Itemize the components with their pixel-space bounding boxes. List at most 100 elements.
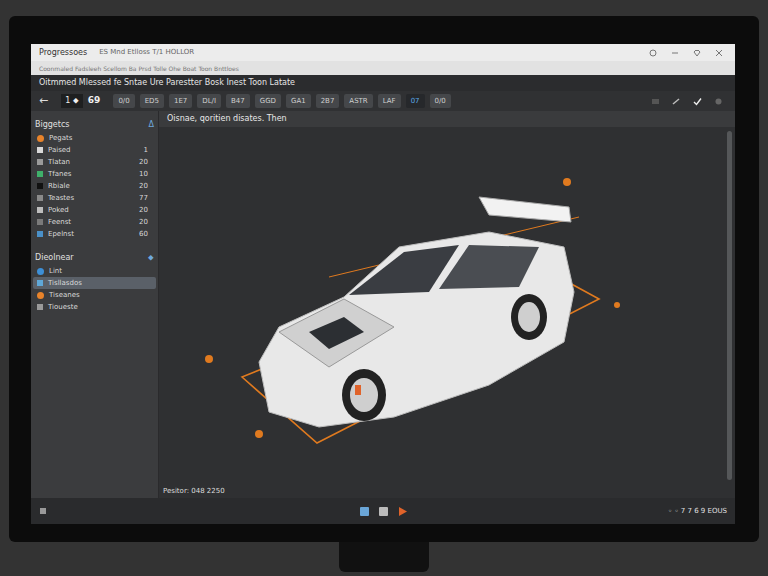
sidebar-item[interactable]: Pegats (33, 132, 156, 144)
toolbar-button[interactable]: DL/I (197, 94, 221, 109)
toolbar-button[interactable]: 0/0 (113, 94, 134, 109)
viewport-caption: Oisnae, qoritien disates. Then (167, 113, 287, 125)
taskbar-tray: ◦ ◦ 7 7 6 9 EOUS (407, 506, 728, 517)
scrollbar[interactable] (727, 131, 732, 480)
workspace: BiggetcsΔPegatsPaised1Tlatan20Tfanes10Rb… (31, 111, 735, 498)
sidebar-section-header[interactable]: Dieolnear ⬥ (31, 250, 158, 265)
sidebar-item-count: 20 (139, 157, 152, 168)
sidebar-item[interactable]: Tfanes 10 (33, 168, 156, 180)
item-color-icon (37, 292, 44, 299)
item-color-icon (37, 207, 43, 213)
menu-bar[interactable]: ES Mnd Etlloss T/1 HOLLOR (99, 47, 637, 58)
play-icon[interactable] (398, 507, 407, 516)
sidebar-item-label: Tfanes (48, 169, 134, 180)
toolbar-button[interactable]: B47 (226, 94, 250, 109)
heading-bar: Oitmmed Mlessed fe Sntae Ure Parestter B… (31, 75, 735, 91)
sidebar-item[interactable]: Tiseanes (33, 289, 156, 301)
sidebar-item[interactable]: Teastes 77 (33, 192, 156, 204)
toolbar-button[interactable]: LAF (378, 94, 401, 109)
item-color-icon (37, 135, 44, 142)
sidebar-item-count: 20 (139, 181, 152, 192)
section-gap (31, 240, 158, 248)
item-color-icon (37, 231, 43, 237)
toolbar-tools (651, 97, 727, 106)
sidebar: BiggetcsΔPegatsPaised1Tlatan20Tfanes10Rb… (31, 111, 159, 498)
sidebar-item-count: 10 (139, 169, 152, 180)
car-canvas[interactable] (159, 127, 727, 484)
sidebar-item[interactable]: Rbiale 20 (33, 180, 156, 192)
window-title: Progressoes (39, 47, 87, 59)
heading: Oitmmed Mlessed fe Sntae Ure Parestter B… (39, 77, 295, 89)
sidebar-item[interactable]: Tisllasdos (33, 277, 156, 289)
viewport-footer: Pesitor: 048 2250 (159, 484, 735, 498)
sidebar-item-count: 77 (139, 193, 152, 204)
minimize-icon[interactable] (671, 49, 679, 57)
favorite-icon[interactable] (693, 49, 701, 57)
item-color-icon (37, 171, 43, 177)
sidebar-item-count: 20 (139, 205, 152, 216)
sidebar-item-label: Teastes (48, 193, 134, 204)
section-toggle-icon[interactable]: ⬥ (148, 252, 154, 264)
toolbar-button[interactable]: ASTR (344, 94, 372, 109)
sidebar-item-count: 60 (139, 229, 152, 240)
viewport-caption-bar: Oisnae, qoritien disates. Then (159, 111, 735, 127)
item-color-icon (37, 219, 43, 225)
sidebar-item-label: Tlatan (48, 157, 134, 168)
monitor-bezel: ProgressoesES Mnd Etlloss T/1 HOLLORCoon… (9, 16, 759, 542)
taskbar: ◦ ◦ 7 7 6 9 EOUS (31, 498, 735, 524)
app-icon[interactable] (360, 507, 369, 516)
sidebar-item[interactable]: Epelnst 60 (33, 228, 156, 240)
car-model[interactable] (159, 127, 719, 477)
viewport: Oisnae, qoritien disates. Then Pesitor: 0… (159, 111, 735, 498)
sidebar-item-label: Lint (49, 266, 143, 277)
title-bar: Progressoes ES Mnd Etlloss T/1 HOLLOR (31, 44, 735, 61)
start-icon[interactable] (39, 507, 47, 515)
taskbar-left (39, 507, 360, 515)
sidebar-item-label: Paised (48, 145, 139, 156)
window-controls (649, 49, 727, 57)
brush-icon[interactable] (672, 97, 681, 106)
toolbar-button[interactable]: 1E7 (169, 94, 192, 109)
sidebar-item-count: 1 (144, 145, 152, 156)
item-color-icon (37, 159, 43, 165)
close-icon[interactable] (715, 49, 723, 57)
taskbar-apps (360, 507, 407, 516)
toolbar-button[interactable]: 2B7 (316, 94, 340, 109)
browser-icon[interactable] (379, 507, 388, 516)
sidebar-section-header[interactable]: Biggetcs Δ (31, 117, 158, 132)
toolbar-button[interactable]: GGD (255, 94, 281, 109)
sidebar-item-label: Rbiale (48, 181, 134, 192)
layers-icon[interactable] (651, 97, 660, 106)
toolbar-button[interactable]: ED5 (140, 94, 164, 109)
sidebar-item[interactable]: Tioueste (33, 301, 156, 313)
sidebar-item[interactable]: Paised 1 (33, 144, 156, 156)
sidebar-item[interactable]: Tlatan 20 (33, 156, 156, 168)
tray-status: ◦ ◦ 7 7 6 9 EOUS (668, 506, 727, 517)
sidebar-section-title: Dieolnear (35, 252, 74, 264)
refresh-icon[interactable] (649, 49, 657, 57)
toolbar-button[interactable]: 0/0 (430, 94, 451, 109)
sidebar-section-title: Biggetcs (35, 119, 70, 131)
section-toggle-icon[interactable]: Δ (149, 119, 154, 131)
settings-icon[interactable] (714, 97, 723, 106)
item-color-icon (37, 147, 43, 153)
screen: ProgressoesES Mnd Etlloss T/1 HOLLORCoon… (31, 44, 735, 524)
toolbar-button[interactable]: 07 (406, 94, 425, 109)
sidebar-item-label: Tioueste (48, 302, 143, 313)
toolbar-button[interactable]: GA1 (286, 94, 311, 109)
sidebar-item-label: Poked (48, 205, 134, 216)
sidebar-item[interactable]: Lint (33, 265, 156, 277)
monitor-stand (339, 542, 429, 572)
item-color-icon (37, 304, 43, 310)
page-count: 69 (88, 94, 101, 108)
item-color-icon (37, 195, 43, 201)
sidebar-item[interactable]: Feenst20 (33, 216, 156, 228)
item-color-icon (37, 183, 43, 189)
sidebar-item-label: Pegats (49, 133, 143, 144)
sidebar-item-label: Epelnst (48, 229, 134, 240)
sidebar-item[interactable]: Poked 20 (33, 204, 156, 216)
back-button[interactable]: ← (39, 93, 48, 110)
viewport-canvas-row (159, 127, 735, 484)
check-icon[interactable] (693, 97, 702, 106)
sidebar-item-label: Tiseanes (49, 290, 143, 301)
